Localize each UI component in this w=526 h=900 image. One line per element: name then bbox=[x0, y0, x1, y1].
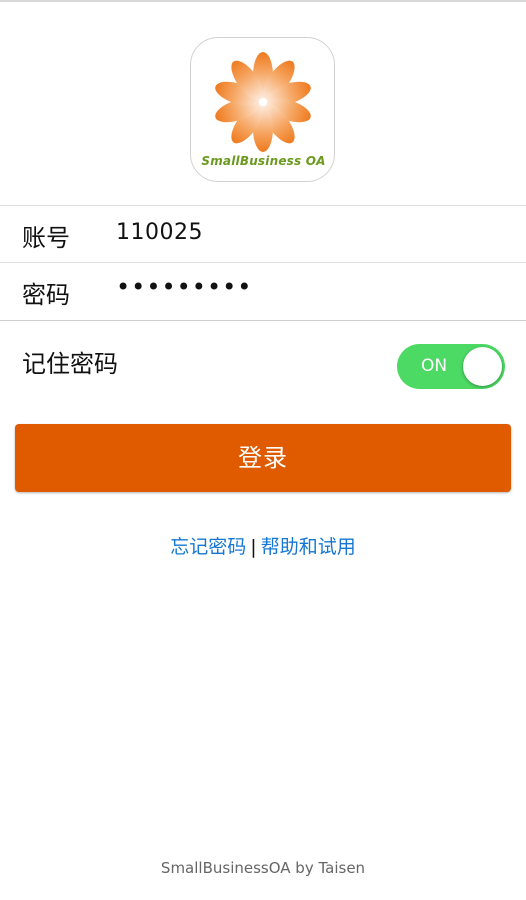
account-label: 账号 bbox=[22, 224, 70, 252]
top-divider bbox=[0, 0, 526, 2]
password-input[interactable]: ••••••••• bbox=[116, 273, 252, 301]
remember-password-label: 记住密码 bbox=[22, 350, 118, 378]
account-input[interactable]: 110025 bbox=[116, 220, 203, 245]
forgot-password-link[interactable]: 忘记密码 bbox=[170, 536, 246, 558]
flower-logo-icon bbox=[215, 52, 311, 152]
toggle-state-text: ON bbox=[421, 356, 448, 376]
app-logo: SmallBusiness OA bbox=[190, 37, 335, 182]
password-label: 密码 bbox=[22, 281, 70, 309]
password-row[interactable]: 密码 ••••••••• bbox=[0, 262, 526, 321]
account-row[interactable]: 账号 110025 bbox=[0, 205, 526, 262]
help-links: 忘记密码 | 帮助和试用 bbox=[0, 532, 526, 559]
logo-text: SmallBusiness OA bbox=[201, 154, 326, 168]
help-trial-link[interactable]: 帮助和试用 bbox=[261, 536, 356, 558]
footer-credit: SmallBusinessOA by Taisen bbox=[160, 859, 366, 877]
login-form: 账号 110025 密码 ••••••••• bbox=[0, 205, 526, 321]
remember-password-toggle[interactable]: ON bbox=[397, 344, 505, 389]
toggle-knob[interactable] bbox=[463, 347, 502, 386]
link-separator: | bbox=[250, 536, 257, 558]
login-button[interactable]: 登录 bbox=[15, 424, 511, 492]
